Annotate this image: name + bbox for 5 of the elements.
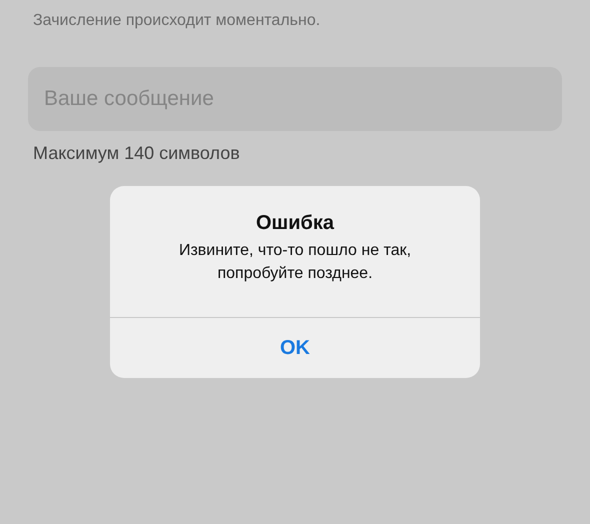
alert-title: Ошибка — [256, 212, 334, 235]
ok-button[interactable]: OK — [110, 318, 480, 378]
info-text: Зачисление происходит моментально. — [32, 12, 322, 30]
limit-hint: Максимум 140 символов — [32, 143, 241, 164]
alert-message: Извините, что-то пошло не так, попробуйте позднее. — [178, 241, 412, 284]
